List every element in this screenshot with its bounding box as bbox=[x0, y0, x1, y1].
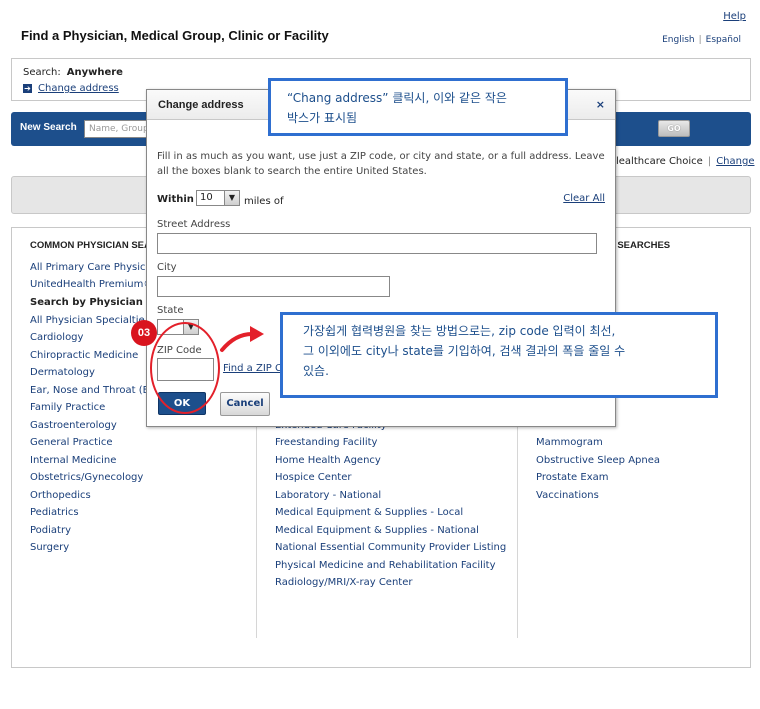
miles-label: miles of bbox=[244, 196, 284, 207]
search-location: Search: Anywhere bbox=[23, 67, 123, 78]
dialog-title: Change address bbox=[158, 99, 244, 111]
chevron-down-icon[interactable]: ▼ bbox=[224, 191, 239, 205]
arrow-right-icon: ➔ bbox=[23, 84, 32, 93]
pointer-arrow-icon bbox=[220, 326, 264, 352]
list-item[interactable]: General Practice bbox=[30, 437, 113, 448]
list-item[interactable]: Family Practice bbox=[30, 402, 105, 413]
radius-value: 10 bbox=[200, 192, 213, 203]
list-item[interactable]: National Essential Community Provider Li… bbox=[275, 542, 506, 553]
step-badge: 03 bbox=[131, 320, 157, 346]
help-link[interactable]: Help bbox=[723, 11, 746, 22]
list-item[interactable]: UnitedHealth Premium® bbox=[30, 279, 153, 290]
change-plan-link[interactable]: Change bbox=[716, 156, 754, 167]
list-item[interactable]: Hospice Center bbox=[275, 472, 351, 483]
list-item[interactable]: Medical Equipment & Supplies - National bbox=[275, 525, 479, 536]
list-item[interactable]: Radiology/MRI/X-ray Center bbox=[275, 577, 412, 588]
callout-text: 가장쉽게 협력병원을 찾는 방법으로는, zip code 입력이 최선, bbox=[303, 324, 616, 338]
list-item[interactable]: Podiatry bbox=[30, 525, 71, 536]
divider: | bbox=[707, 156, 712, 167]
english-link[interactable]: English bbox=[662, 35, 695, 45]
callout-text: 그 이외에도 city나 state를 기입하여, 검색 결과의 폭을 줄일 수 bbox=[303, 344, 626, 358]
list-item[interactable]: Laboratory - National bbox=[275, 490, 381, 501]
list-item[interactable]: Ear, Nose and Throat (EN bbox=[30, 385, 156, 396]
city-label: City bbox=[157, 262, 177, 273]
within-label: Within bbox=[157, 194, 194, 205]
divider: | bbox=[698, 35, 702, 45]
cancel-button[interactable]: Cancel bbox=[220, 392, 270, 416]
change-address-label[interactable]: Change address bbox=[38, 83, 119, 94]
list-item[interactable]: Obstructive Sleep Apnea bbox=[536, 455, 660, 466]
new-search-label: New Search bbox=[20, 122, 77, 133]
plan-name: lealthcare Choice bbox=[616, 156, 703, 167]
list-item[interactable]: Pediatrics bbox=[30, 507, 79, 518]
find-zip-link[interactable]: Find a ZIP C bbox=[223, 363, 282, 374]
list-item[interactable]: Cardiology bbox=[30, 332, 83, 343]
list-item[interactable]: Chiropractic Medicine bbox=[30, 350, 138, 361]
street-address-field[interactable] bbox=[157, 233, 597, 254]
list-item[interactable]: Obstetrics/Gynecology bbox=[30, 472, 143, 483]
plan-line: lealthcare Choice | Change bbox=[616, 156, 754, 167]
list-item[interactable]: Dermatology bbox=[30, 367, 95, 378]
espanol-link[interactable]: Español bbox=[706, 35, 741, 45]
list-item[interactable]: Medical Equipment & Supplies - Local bbox=[275, 507, 463, 518]
list-item[interactable]: Home Health Agency bbox=[275, 455, 381, 466]
callout-zip-tip: 가장쉽게 협력병원을 찾는 방법으로는, zip code 입력이 최선, 그 … bbox=[280, 312, 718, 398]
list-item[interactable]: Prostate Exam bbox=[536, 472, 608, 483]
column-heading: COMMON PHYSICIAN SEA bbox=[30, 240, 151, 251]
list-item[interactable]: Physical Medicine and Rehabilitation Fac… bbox=[275, 560, 496, 571]
callout-text: 있슴. bbox=[303, 364, 329, 378]
list-item[interactable]: Freestanding Facility bbox=[275, 437, 377, 448]
list-item[interactable]: Internal Medicine bbox=[30, 455, 116, 466]
callout-text: “Chang address” 클릭시, 이와 같은 작은 bbox=[287, 91, 507, 105]
list-item[interactable]: Mammogram bbox=[536, 437, 603, 448]
search-label: Search: bbox=[23, 67, 61, 78]
city-field[interactable] bbox=[157, 276, 390, 297]
zip-highlight-ring bbox=[150, 322, 220, 414]
list-item[interactable]: Surgery bbox=[30, 542, 69, 553]
change-address-link[interactable]: ➔ Change address bbox=[23, 83, 119, 94]
list-item[interactable]: Vaccinations bbox=[536, 490, 599, 501]
callout-change-address: “Chang address” 클릭시, 이와 같은 작은 박스가 표시됨 bbox=[268, 78, 568, 136]
go-button[interactable]: GO bbox=[658, 120, 690, 137]
list-item[interactable]: Orthopedics bbox=[30, 490, 91, 501]
street-label: Street Address bbox=[157, 219, 231, 230]
state-label: State bbox=[157, 305, 184, 316]
search-location-value: Anywhere bbox=[66, 67, 123, 78]
page-title: Find a Physician, Medical Group, Clinic … bbox=[21, 28, 329, 43]
list-item[interactable]: All Primary Care Physicia bbox=[30, 262, 154, 273]
clear-all-link[interactable]: Clear All bbox=[563, 193, 605, 204]
callout-text: 박스가 표시됨 bbox=[287, 111, 358, 125]
dialog-instructions: Fill in as much as you want, use just a … bbox=[157, 151, 605, 177]
close-icon[interactable]: × bbox=[596, 98, 605, 111]
list-item[interactable]: Gastroenterology bbox=[30, 420, 117, 431]
radius-select[interactable]: 10 ▼ bbox=[196, 190, 240, 206]
list-item[interactable]: All Physician Specialtie bbox=[30, 315, 145, 326]
language-switcher: English | Español bbox=[662, 35, 741, 45]
